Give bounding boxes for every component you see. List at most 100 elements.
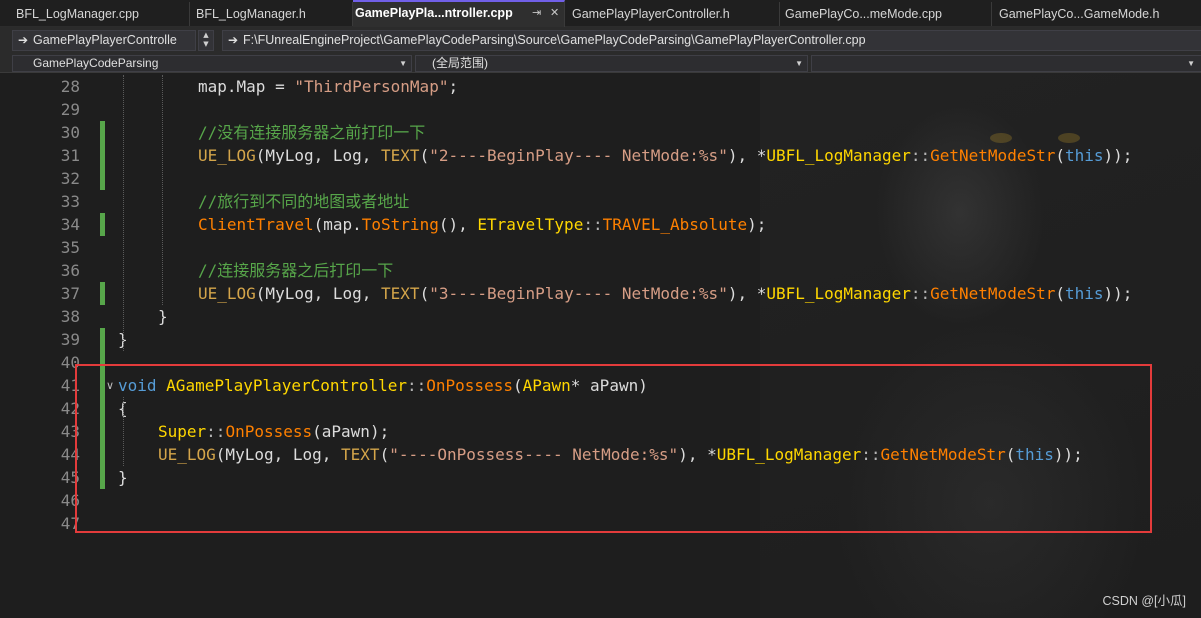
- pin-icon[interactable]: ⇥: [532, 2, 541, 25]
- code-token: }: [158, 307, 168, 326]
- project-dropdown[interactable]: GamePlayCodeParsing ▼: [12, 55, 412, 72]
- caret-down-icon: ▼: [1187, 59, 1195, 68]
- code-token: (: [419, 284, 430, 303]
- code-token: );: [747, 215, 767, 234]
- file-path-value: F:\FUnrealEngineProject\GamePlayCodePars…: [243, 33, 866, 47]
- code-line[interactable]: UE_LOG(MyLog, Log, TEXT("3----BeginPlay-…: [198, 282, 1132, 305]
- line-number: 42: [60, 399, 80, 418]
- code-token: ), *: [727, 284, 767, 303]
- line-number: 44: [60, 445, 80, 464]
- change-marker: [100, 121, 105, 144]
- caret-down-icon: ▼: [795, 59, 803, 68]
- tab-gameplayplayercontroller-h[interactable]: GamePlayPlayerController.h: [565, 2, 780, 26]
- code-token: (: [1055, 146, 1065, 165]
- code-line[interactable]: map.Map = "ThirdPersonMap";: [198, 75, 458, 98]
- code-token: UBFL_LogManager: [766, 284, 911, 303]
- close-icon[interactable]: ✕: [550, 2, 559, 25]
- code-token: UBFL_LogManager: [766, 146, 911, 165]
- line-number: 36: [60, 261, 80, 280]
- file-path-dropdown[interactable]: ➔ F:\FUnrealEngineProject\GamePlayCodePa…: [222, 30, 1201, 51]
- code-token: ETravelType: [477, 215, 584, 234]
- line-number: 46: [60, 491, 80, 510]
- code-line[interactable]: ClientTravel(map.ToString(), ETravelType…: [198, 213, 766, 236]
- line-number: 28: [60, 77, 80, 96]
- scope-bar: GamePlayCodeParsing ▼ (全局范围) ▼ ▼: [0, 54, 1201, 73]
- tab-gameplaygamemode-h[interactable]: GamePlayCo...GameMode.h: [992, 2, 1201, 26]
- code-token: (map.: [313, 215, 362, 234]
- code-token: ));: [1103, 284, 1133, 303]
- code-token: TRAVEL_Absolute: [602, 215, 748, 234]
- wallpaper-eye-right: [1058, 133, 1080, 143]
- class-dropdown[interactable]: ➔ GamePlayPlayerControlle: [12, 30, 196, 51]
- code-token: "2----BeginPlay---- NetMode:%s": [429, 146, 728, 165]
- line-number: 35: [60, 238, 80, 257]
- member-dropdown[interactable]: ▼: [811, 55, 1201, 72]
- arrow-right-icon: ➔: [18, 33, 29, 47]
- tab-label: GamePlayCo...meMode.cpp: [785, 7, 943, 21]
- tab-bfl-logmanager-h[interactable]: BFL_LogManager.h: [190, 2, 353, 26]
- line-number: 40: [60, 353, 80, 372]
- code-token: ::: [583, 215, 603, 234]
- code-token: ;: [448, 77, 459, 96]
- code-token: //连接服务器之后打印一下: [198, 261, 394, 280]
- code-token: UE_LOG: [198, 146, 256, 165]
- highlight-annotation-box: [75, 364, 1152, 533]
- tab-label: BFL_LogManager.cpp: [16, 7, 140, 21]
- line-number: 37: [60, 284, 80, 303]
- change-marker: [100, 328, 105, 351]
- code-token: ::: [910, 146, 931, 165]
- project-dropdown-value: GamePlayCodeParsing: [33, 56, 159, 70]
- tab-label: GamePlayPlayerController.h: [572, 7, 730, 21]
- line-number: 31: [60, 146, 80, 165]
- scope-dropdown[interactable]: (全局范围) ▼: [415, 55, 808, 72]
- code-token: ClientTravel: [198, 215, 314, 234]
- tab-gameplaygamemode-cpp[interactable]: GamePlayCo...meMode.cpp: [780, 2, 992, 26]
- tab-label: BFL_LogManager.h: [196, 7, 306, 21]
- code-editor[interactable]: 28 map.Map = "ThirdPersonMap"; 29 30 //没有连接服…: [0, 73, 1201, 618]
- wallpaper-eye-left: [990, 133, 1012, 143]
- code-token: (MyLog, Log,: [255, 146, 382, 165]
- line-number: 43: [60, 422, 80, 441]
- code-token: TEXT: [381, 284, 420, 303]
- tab-gameplayplayercontroller-cpp[interactable]: GamePlayPla...ntroller.cpp ⇥ ✕: [353, 0, 565, 27]
- code-token: ), *: [727, 146, 767, 165]
- document-tab-bar: BFL_LogManager.cpp BFL_LogManager.h Game…: [0, 0, 1201, 27]
- line-number: 34: [60, 215, 80, 234]
- navigation-bar: ➔ GamePlayPlayerControlle ▲ ▼ ➔ F:\FUnrea…: [0, 27, 1201, 54]
- change-marker: [100, 282, 105, 305]
- code-token: TEXT: [381, 146, 420, 165]
- code-token: "3----BeginPlay---- NetMode:%s": [429, 284, 728, 303]
- change-marker: [100, 213, 105, 236]
- code-line[interactable]: //旅行到不同的地图或者地址: [198, 190, 409, 213]
- line-number: 47: [60, 514, 80, 533]
- line-number: 38: [60, 307, 80, 326]
- tab-label: GamePlayPla...ntroller.cpp: [355, 6, 513, 20]
- code-line[interactable]: }: [158, 305, 168, 328]
- indent-guide: [162, 75, 163, 305]
- code-token: //没有连接服务器之前打印一下: [198, 123, 426, 142]
- code-token: //旅行到不同的地图或者地址: [198, 192, 410, 211]
- code-token: this: [1065, 284, 1104, 303]
- code-token: this: [1065, 146, 1104, 165]
- code-line[interactable]: //没有连接服务器之前打印一下: [198, 121, 425, 144]
- code-line[interactable]: UE_LOG(MyLog, Log, TEXT("2----BeginPlay-…: [198, 144, 1132, 167]
- code-line[interactable]: //连接服务器之后打印一下: [198, 259, 393, 282]
- change-marker: [100, 167, 105, 190]
- arrow-right-icon: ➔: [228, 33, 239, 47]
- code-token: ));: [1103, 146, 1133, 165]
- scope-dropdown-value: (全局范围): [432, 56, 488, 70]
- code-token: (: [419, 146, 430, 165]
- line-number: 30: [60, 123, 80, 142]
- line-number: 41: [60, 376, 80, 395]
- tab-bfl-logmanager-cpp[interactable]: BFL_LogManager.cpp: [0, 2, 190, 26]
- spinner-icon[interactable]: ▲ ▼: [198, 30, 214, 51]
- tab-label: GamePlayCo...GameMode.h: [999, 7, 1160, 21]
- code-token: UE_LOG: [198, 284, 256, 303]
- watermark: CSDN @[小瓜]: [1102, 594, 1186, 608]
- line-number: 32: [60, 169, 80, 188]
- code-token: ::: [910, 284, 931, 303]
- code-token: (),: [438, 215, 478, 234]
- line-number: 45: [60, 468, 80, 487]
- class-dropdown-value: GamePlayPlayerControlle: [33, 33, 177, 47]
- code-token: (MyLog, Log,: [255, 284, 382, 303]
